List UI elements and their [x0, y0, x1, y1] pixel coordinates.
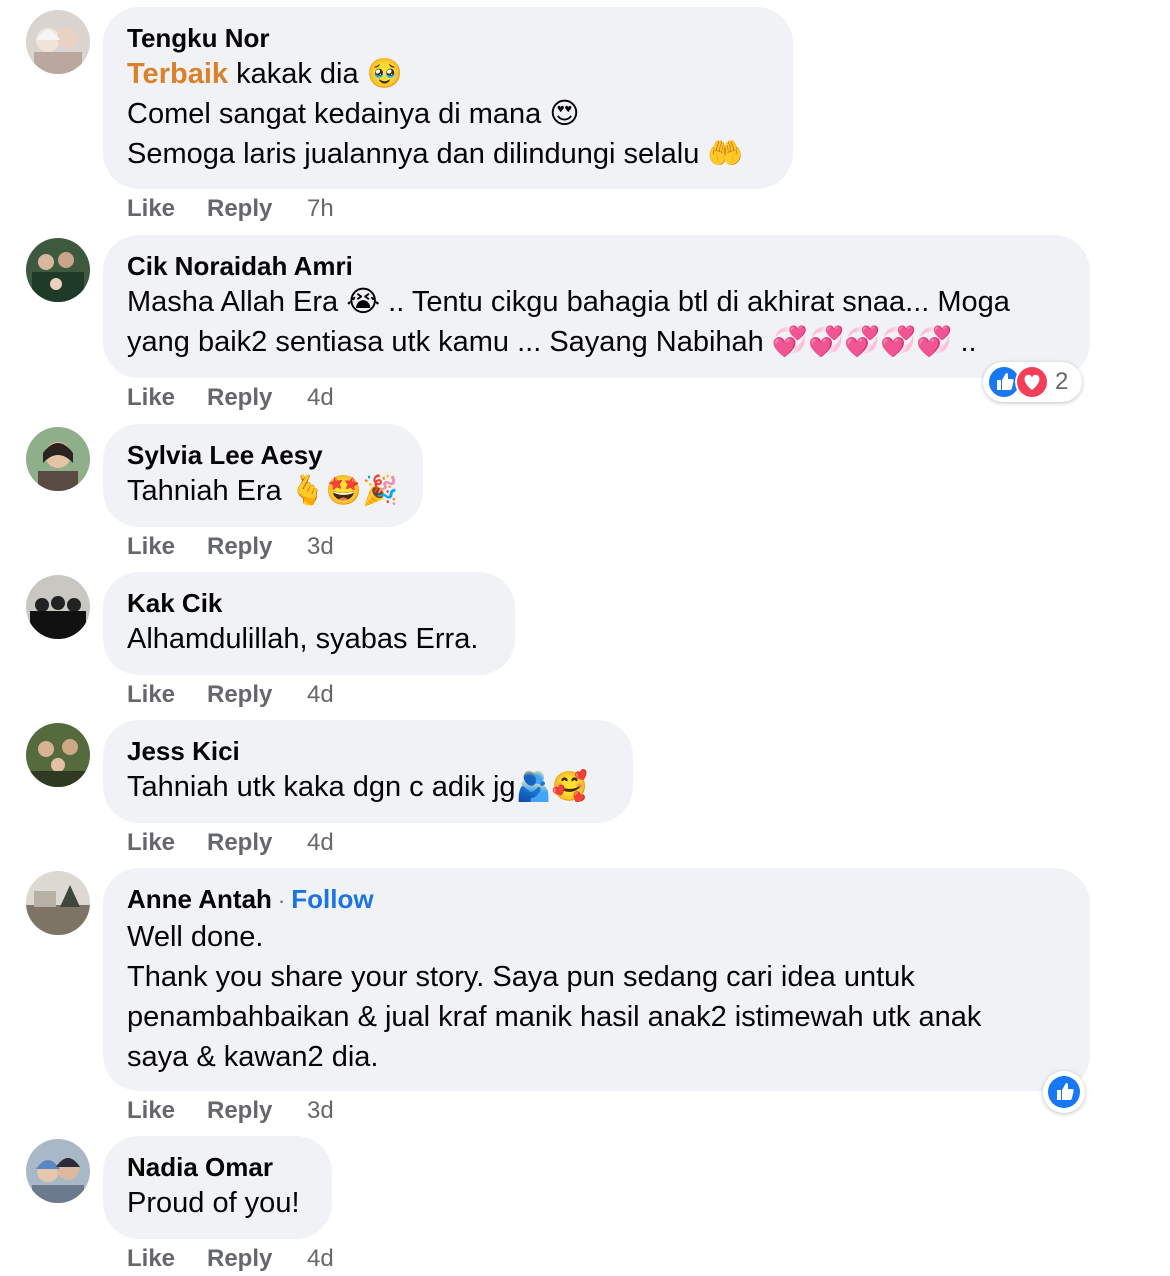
comment-bubble: Nadia Omar Proud of you!	[103, 1136, 332, 1239]
comment-text: Terbaik kakak dia 🥹 Comel sangat kedainy…	[127, 58, 744, 170]
reaction-summary[interactable]	[1043, 1071, 1085, 1113]
comment-timestamp[interactable]: 7h	[307, 194, 334, 224]
comment-bubble: Anne Antah · Follow Well done. Thank you s…	[103, 868, 1090, 1091]
comment-text: Alhamdulillah, syabas Erra.	[127, 623, 479, 655]
comment: Cik Noraidah Amri Masha Allah Era 😭 .. T…	[0, 235, 1170, 415]
comment: Kak Cik Alhamdulillah, syabas Erra. Like…	[0, 572, 1170, 712]
follow-separator: ·	[277, 888, 286, 913]
comment-bubble: Tengku Nor Terbaik kakak dia 🥹 Comel san…	[103, 7, 793, 189]
comment-timestamp[interactable]: 4d	[307, 828, 334, 858]
like-button[interactable]: Like	[127, 383, 175, 413]
comment: Jess Kici Tahniah utk kaka dgn c adik jg…	[0, 720, 1170, 860]
avatar[interactable]	[26, 1139, 90, 1203]
comment-author[interactable]: Sylvia Lee Aesy	[127, 439, 399, 471]
reply-button[interactable]: Reply	[207, 194, 272, 224]
love-icon	[1015, 365, 1049, 399]
like-button[interactable]: Like	[127, 1244, 175, 1274]
comment-timestamp[interactable]: 4d	[307, 383, 334, 413]
avatar[interactable]	[26, 575, 90, 639]
reaction-summary[interactable]: 2	[983, 362, 1083, 402]
reply-button[interactable]: Reply	[207, 828, 272, 858]
comment-timestamp[interactable]: 4d	[307, 1244, 334, 1274]
like-button[interactable]: Like	[127, 194, 175, 224]
avatar[interactable]	[26, 10, 90, 74]
avatar[interactable]	[26, 723, 90, 787]
comment-author[interactable]: Nadia Omar	[127, 1151, 308, 1183]
comment-bubble: Kak Cik Alhamdulillah, syabas Erra.	[103, 572, 515, 675]
avatar[interactable]	[26, 871, 90, 935]
reply-button[interactable]: Reply	[207, 1244, 272, 1274]
comment-text: Proud of you!	[127, 1187, 300, 1219]
like-icon	[1048, 1076, 1080, 1108]
like-button[interactable]: Like	[127, 1096, 175, 1126]
like-button[interactable]: Like	[127, 828, 175, 858]
comment-author[interactable]: Jess Kici	[127, 735, 609, 767]
reply-button[interactable]: Reply	[207, 680, 272, 710]
highlighted-word: Terbaik	[127, 58, 229, 90]
comment-text: Tahniah utk kaka dgn c adik jg🫂🥰	[127, 771, 588, 803]
follow-button[interactable]: Follow	[291, 884, 373, 914]
comment: Sylvia Lee Aesy Tahniah Era 🫰🤩🎉 Like Rep…	[0, 424, 1170, 564]
comment: Anne Antah · Follow Well done. Thank you s…	[0, 868, 1170, 1128]
reply-button[interactable]: Reply	[207, 532, 272, 562]
comment-text: Well done. Thank you share your story. S…	[127, 921, 982, 1073]
avatar[interactable]	[26, 238, 90, 302]
comment-text: Masha Allah Era 😭 .. Tentu cikgu bahagia…	[127, 286, 1010, 358]
avatar[interactable]	[26, 427, 90, 491]
comment-bubble: Sylvia Lee Aesy Tahniah Era 🫰🤩🎉	[103, 424, 423, 527]
reaction-count: 2	[1055, 368, 1069, 395]
comment-bubble: Jess Kici Tahniah utk kaka dgn c adik jg…	[103, 720, 633, 823]
reply-button[interactable]: Reply	[207, 383, 272, 413]
like-button[interactable]: Like	[127, 532, 175, 562]
reply-button[interactable]: Reply	[207, 1096, 272, 1126]
like-button[interactable]: Like	[127, 680, 175, 710]
comment-timestamp[interactable]: 4d	[307, 680, 334, 710]
comment-timestamp[interactable]: 3d	[307, 532, 334, 562]
comment-author[interactable]: Cik Noraidah Amri	[127, 250, 1066, 282]
comment-author[interactable]: Kak Cik	[127, 587, 491, 619]
comment-author: Anne Antah · Follow	[127, 884, 374, 914]
comment: Nadia Omar Proud of you! Like Reply 4d	[0, 1136, 1170, 1276]
comment-bubble: Cik Noraidah Amri Masha Allah Era 😭 .. T…	[103, 235, 1090, 378]
comment-author[interactable]: Tengku Nor	[127, 22, 769, 54]
comment-text: Tahniah Era 🫰🤩🎉	[127, 475, 399, 507]
comment: Tengku Nor Terbaik kakak dia 🥹 Comel san…	[0, 7, 1170, 227]
comment-timestamp[interactable]: 3d	[307, 1096, 334, 1126]
